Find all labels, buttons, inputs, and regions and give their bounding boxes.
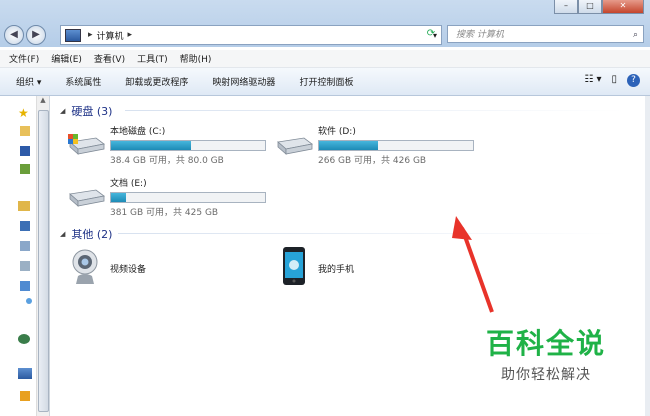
group-title: 其他 (2) <box>71 228 113 241</box>
collapse-triangle-icon[interactable]: ◢ <box>60 230 65 238</box>
open-control-panel-button[interactable]: 打开控制面板 <box>299 75 353 88</box>
content-scrollbar[interactable] <box>645 96 650 416</box>
drive-usage-bar <box>110 192 266 203</box>
computer-nav-icon[interactable] <box>18 368 32 379</box>
watermark-title: 百科全说 <box>485 327 606 360</box>
documents-library-icon[interactable] <box>20 261 30 271</box>
watermark-subtitle: 助你轻松解决 <box>501 367 591 383</box>
minimize-button[interactable]: – <box>554 0 578 14</box>
preview-pane-icon[interactable]: ▯ <box>611 74 617 87</box>
drive-d[interactable]: 软件 (D:) 266 GB 可用，共 426 GB <box>274 124 484 168</box>
navigation-pane: ★ <box>0 96 36 416</box>
drive-free-space: 38.4 GB 可用，共 80.0 GB <box>110 156 224 166</box>
navigation-scrollbar[interactable]: ▲ <box>36 96 50 416</box>
music-library-icon[interactable] <box>20 281 30 291</box>
group-title: 硬盘 (3) <box>71 105 113 118</box>
libraries-icon[interactable] <box>18 201 30 211</box>
drive-usage-bar <box>110 140 266 151</box>
group-other[interactable]: ◢ 其他 (2) <box>60 226 112 242</box>
command-bar: 组织 ▾ 系统属性 卸载或更改程序 映射网络驱动器 打开控制面板 ☷ ▾ ▯ ? <box>0 68 650 96</box>
search-input[interactable]: 搜索 计算机 ⌕ <box>447 25 644 43</box>
search-icon[interactable]: ⌕ <box>633 26 638 44</box>
watermark: 百科全说 助你轻松解决 <box>462 314 630 394</box>
drive-free-space: 381 GB 可用，共 425 GB <box>110 208 219 218</box>
group-divider <box>125 110 625 111</box>
desktop-icon[interactable] <box>20 146 30 156</box>
menu-edit[interactable]: 编辑(E) <box>51 52 82 65</box>
scroll-up-icon[interactable]: ▲ <box>37 96 49 104</box>
organize-button[interactable]: 组织 ▾ <box>16 75 41 88</box>
help-icon[interactable]: ? <box>627 74 640 87</box>
folder-icon[interactable] <box>20 126 30 136</box>
homegroup-network-icon[interactable] <box>18 334 30 344</box>
drive-usage-fill <box>111 141 192 150</box>
view-controls: ☷ ▾ ▯ ? <box>584 74 640 87</box>
breadcrumb-chevron-icon[interactable]: ▸ <box>128 30 133 40</box>
webcam-icon <box>72 249 98 284</box>
drive-c[interactable]: 本地磁盘 (C:) 38.4 GB 可用，共 80.0 GB <box>66 124 276 168</box>
window-titlebar: – □ ✕ ◀ ▶ ▸ 计算机 ▸ ▾ ⟳ 搜索 计算机 ⌕ <box>0 0 650 47</box>
group-divider <box>118 233 618 234</box>
change-view-icon[interactable]: ☷ ▾ <box>584 74 601 87</box>
menu-tools[interactable]: 工具(T) <box>137 52 168 65</box>
forward-button[interactable]: ▶ <box>26 25 46 45</box>
drive-free-space: 266 GB 可用，共 426 GB <box>318 156 427 166</box>
drive-usage-fill <box>319 141 378 150</box>
group-hard-disks[interactable]: ◢ 硬盘 (3) <box>60 103 112 119</box>
breadcrumb-chevron-icon: ▸ <box>88 30 93 40</box>
device-name: 视频设备 <box>110 265 147 275</box>
breadcrumb-computer[interactable]: 计算机 <box>97 29 124 42</box>
menu-help[interactable]: 帮助(H) <box>180 52 212 65</box>
device-phone[interactable]: 我的手机 <box>282 246 402 288</box>
menu-view[interactable]: 查看(V) <box>94 52 125 65</box>
videos-library-icon[interactable] <box>20 221 30 231</box>
collapse-triangle-icon[interactable]: ◢ <box>60 107 65 115</box>
network-icon[interactable] <box>20 391 30 401</box>
address-bar[interactable]: ▸ 计算机 ▸ ▾ <box>60 25 442 45</box>
back-button[interactable]: ◀ <box>4 25 24 45</box>
drive-usage-bar <box>318 140 474 151</box>
drive-name: 文档 (E:) <box>110 179 147 189</box>
window-controls: – □ ✕ <box>554 0 644 14</box>
computer-icon <box>65 28 81 42</box>
search-placeholder: 搜索 计算机 <box>456 30 504 40</box>
annotation-arrow-icon <box>452 216 494 313</box>
homegroup-icon[interactable] <box>26 298 32 304</box>
menu-bar: 文件(F) 编辑(E) 查看(V) 工具(T) 帮助(H) <box>0 50 650 68</box>
phone-icon <box>283 247 305 285</box>
hard-drive-icon <box>69 189 105 207</box>
map-network-drive-button[interactable]: 映射网络驱动器 <box>212 75 275 88</box>
maximize-button[interactable]: □ <box>578 0 602 14</box>
favorites-star-icon[interactable]: ★ <box>18 106 29 120</box>
device-name: 我的手机 <box>318 265 355 275</box>
close-button[interactable]: ✕ <box>602 0 644 14</box>
recent-places-icon[interactable] <box>20 164 30 174</box>
scrollbar-thumb[interactable] <box>38 110 49 412</box>
device-webcam[interactable]: 视频设备 <box>70 248 190 288</box>
system-properties-button[interactable]: 系统属性 <box>65 75 101 88</box>
drive-name: 软件 (D:) <box>318 127 356 137</box>
drive-e[interactable]: 文档 (E:) 381 GB 可用，共 425 GB <box>66 176 276 220</box>
drive-name: 本地磁盘 (C:) <box>110 127 166 137</box>
hard-drive-windows-icon <box>68 134 105 155</box>
refresh-icon[interactable]: ⟳ <box>422 25 440 43</box>
uninstall-program-button[interactable]: 卸载或更改程序 <box>125 75 188 88</box>
pictures-library-icon[interactable] <box>20 241 30 251</box>
drive-usage-fill <box>111 193 127 202</box>
hard-drive-icon <box>277 137 313 155</box>
menu-file[interactable]: 文件(F) <box>9 52 39 65</box>
